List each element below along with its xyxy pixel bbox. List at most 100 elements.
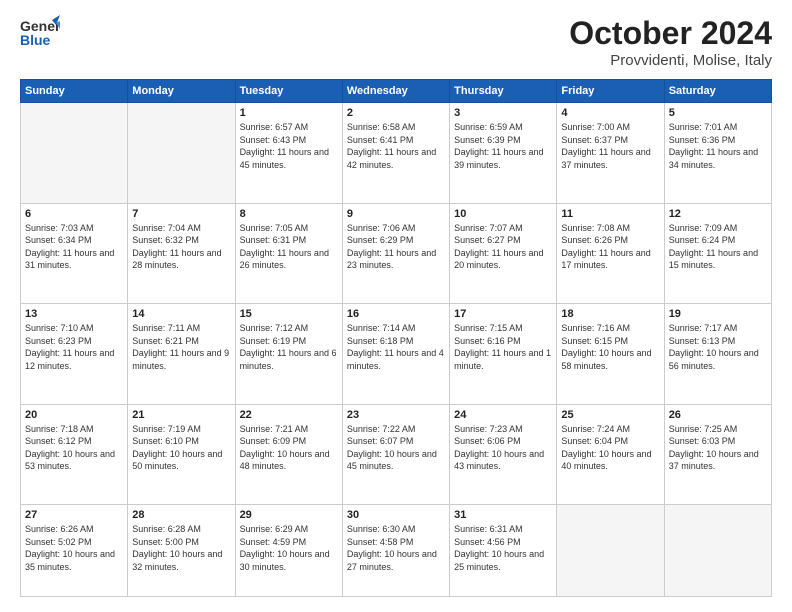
table-row: 16 Sunrise: 7:14 AM Sunset: 6:18 PM Dayli… xyxy=(342,304,449,405)
day-number: 6 xyxy=(25,208,123,220)
header-tuesday: Tuesday xyxy=(235,80,342,103)
day-number: 5 xyxy=(669,107,767,119)
logo: General Blue xyxy=(20,15,60,50)
day-info: Sunrise: 6:58 AM Sunset: 6:41 PM Dayligh… xyxy=(347,121,445,171)
table-row: 2 Sunrise: 6:58 AM Sunset: 6:41 PM Daylig… xyxy=(342,103,449,204)
day-info: Sunrise: 7:23 AM Sunset: 6:06 PM Dayligh… xyxy=(454,423,552,473)
day-info: Sunrise: 7:22 AM Sunset: 6:07 PM Dayligh… xyxy=(347,423,445,473)
table-row: 17 Sunrise: 7:15 AM Sunset: 6:16 PM Dayli… xyxy=(450,304,557,405)
day-info: Sunrise: 7:19 AM Sunset: 6:10 PM Dayligh… xyxy=(132,423,230,473)
table-row: 12 Sunrise: 7:09 AM Sunset: 6:24 PM Dayli… xyxy=(664,203,771,304)
calendar-subtitle: Provvidenti, Molise, Italy xyxy=(569,52,772,69)
day-info: Sunrise: 7:05 AM Sunset: 6:31 PM Dayligh… xyxy=(240,222,338,272)
day-number: 18 xyxy=(561,308,659,320)
day-number: 17 xyxy=(454,308,552,320)
table-row: 27 Sunrise: 6:26 AM Sunset: 5:02 PM Dayli… xyxy=(21,505,128,597)
weekday-header-row: Sunday Monday Tuesday Wednesday Thursday… xyxy=(21,80,772,103)
day-number: 30 xyxy=(347,509,445,521)
table-row: 23 Sunrise: 7:22 AM Sunset: 6:07 PM Dayli… xyxy=(342,404,449,505)
day-number: 21 xyxy=(132,409,230,421)
table-row: 25 Sunrise: 7:24 AM Sunset: 6:04 PM Dayli… xyxy=(557,404,664,505)
table-row: 26Sunrise: 7:25 AM Sunset: 6:03 PM Dayli… xyxy=(664,404,771,505)
svg-text:Blue: Blue xyxy=(20,32,51,48)
day-info: Sunrise: 6:30 AM Sunset: 4:58 PM Dayligh… xyxy=(347,523,445,573)
day-info: Sunrise: 6:26 AM Sunset: 5:02 PM Dayligh… xyxy=(25,523,123,573)
day-number: 26 xyxy=(669,409,767,421)
header-wednesday: Wednesday xyxy=(342,80,449,103)
table-row xyxy=(128,103,235,204)
table-row: 31 Sunrise: 6:31 AM Sunset: 4:56 PM Dayli… xyxy=(450,505,557,597)
table-row: 15 Sunrise: 7:12 AM Sunset: 6:19 PM Dayli… xyxy=(235,304,342,405)
table-row: 20Sunrise: 7:18 AM Sunset: 6:12 PM Dayli… xyxy=(21,404,128,505)
table-row xyxy=(557,505,664,597)
table-row: 13 Sunrise: 7:10 AM Sunset: 6:23 PM Dayli… xyxy=(21,304,128,405)
day-info: Sunrise: 7:08 AM Sunset: 6:26 PM Dayligh… xyxy=(561,222,659,272)
day-number: 24 xyxy=(454,409,552,421)
table-row: 24 Sunrise: 7:23 AM Sunset: 6:06 PM Dayli… xyxy=(450,404,557,505)
table-row: 6 Sunrise: 7:03 AM Sunset: 6:34 PM Daylig… xyxy=(21,203,128,304)
day-number: 28 xyxy=(132,509,230,521)
day-number: 15 xyxy=(240,308,338,320)
table-row: 21 Sunrise: 7:19 AM Sunset: 6:10 PM Dayli… xyxy=(128,404,235,505)
day-number: 2 xyxy=(347,107,445,119)
calendar-week-row: 6 Sunrise: 7:03 AM Sunset: 6:34 PM Daylig… xyxy=(21,203,772,304)
header-sunday: Sunday xyxy=(21,80,128,103)
day-info: Sunrise: 7:00 AM Sunset: 6:37 PM Dayligh… xyxy=(561,121,659,171)
day-number: 25 xyxy=(561,409,659,421)
day-info: Sunrise: 7:04 AM Sunset: 6:32 PM Dayligh… xyxy=(132,222,230,272)
calendar-week-row: 27 Sunrise: 6:26 AM Sunset: 5:02 PM Dayli… xyxy=(21,505,772,597)
title-block: October 2024 Provvidenti, Molise, Italy xyxy=(569,15,772,69)
day-number: 29 xyxy=(240,509,338,521)
day-number: 11 xyxy=(561,208,659,220)
header-saturday: Saturday xyxy=(664,80,771,103)
day-info: Sunrise: 6:59 AM Sunset: 6:39 PM Dayligh… xyxy=(454,121,552,171)
day-number: 12 xyxy=(669,208,767,220)
table-row: 3Sunrise: 6:59 AM Sunset: 6:39 PM Daylig… xyxy=(450,103,557,204)
day-info: Sunrise: 7:15 AM Sunset: 6:16 PM Dayligh… xyxy=(454,322,552,372)
day-number: 7 xyxy=(132,208,230,220)
day-number: 16 xyxy=(347,308,445,320)
calendar-week-row: 20Sunrise: 7:18 AM Sunset: 6:12 PM Dayli… xyxy=(21,404,772,505)
day-info: Sunrise: 7:06 AM Sunset: 6:29 PM Dayligh… xyxy=(347,222,445,272)
day-info: Sunrise: 7:10 AM Sunset: 6:23 PM Dayligh… xyxy=(25,322,123,372)
day-info: Sunrise: 6:29 AM Sunset: 4:59 PM Dayligh… xyxy=(240,523,338,573)
day-number: 1 xyxy=(240,107,338,119)
table-row: 18Sunrise: 7:16 AM Sunset: 6:15 PM Dayli… xyxy=(557,304,664,405)
table-row: 14Sunrise: 7:11 AM Sunset: 6:21 PM Dayli… xyxy=(128,304,235,405)
day-number: 27 xyxy=(25,509,123,521)
table-row: 4Sunrise: 7:00 AM Sunset: 6:37 PM Daylig… xyxy=(557,103,664,204)
table-row: 28 Sunrise: 6:28 AM Sunset: 5:00 PM Dayli… xyxy=(128,505,235,597)
calendar-week-row: 1 Sunrise: 6:57 AM Sunset: 6:43 PM Daylig… xyxy=(21,103,772,204)
table-row xyxy=(664,505,771,597)
day-info: Sunrise: 7:14 AM Sunset: 6:18 PM Dayligh… xyxy=(347,322,445,372)
table-row: 8 Sunrise: 7:05 AM Sunset: 6:31 PM Daylig… xyxy=(235,203,342,304)
table-row: 30 Sunrise: 6:30 AM Sunset: 4:58 PM Dayli… xyxy=(342,505,449,597)
day-info: Sunrise: 7:24 AM Sunset: 6:04 PM Dayligh… xyxy=(561,423,659,473)
day-number: 23 xyxy=(347,409,445,421)
table-row: 9 Sunrise: 7:06 AM Sunset: 6:29 PM Daylig… xyxy=(342,203,449,304)
logo-icon: General Blue xyxy=(20,15,60,50)
header-thursday: Thursday xyxy=(450,80,557,103)
day-number: 8 xyxy=(240,208,338,220)
calendar-table: Sunday Monday Tuesday Wednesday Thursday… xyxy=(20,79,772,597)
calendar-week-row: 13 Sunrise: 7:10 AM Sunset: 6:23 PM Dayli… xyxy=(21,304,772,405)
day-info: Sunrise: 7:01 AM Sunset: 6:36 PM Dayligh… xyxy=(669,121,767,171)
day-info: Sunrise: 6:31 AM Sunset: 4:56 PM Dayligh… xyxy=(454,523,552,573)
table-row: 1 Sunrise: 6:57 AM Sunset: 6:43 PM Daylig… xyxy=(235,103,342,204)
table-row: 19 Sunrise: 7:17 AM Sunset: 6:13 PM Dayli… xyxy=(664,304,771,405)
day-info: Sunrise: 7:21 AM Sunset: 6:09 PM Dayligh… xyxy=(240,423,338,473)
day-info: Sunrise: 7:03 AM Sunset: 6:34 PM Dayligh… xyxy=(25,222,123,272)
page: General Blue October 2024 Provvidenti, M… xyxy=(0,0,792,612)
day-info: Sunrise: 7:09 AM Sunset: 6:24 PM Dayligh… xyxy=(669,222,767,272)
day-info: Sunrise: 6:28 AM Sunset: 5:00 PM Dayligh… xyxy=(132,523,230,573)
day-info: Sunrise: 7:12 AM Sunset: 6:19 PM Dayligh… xyxy=(240,322,338,372)
day-number: 13 xyxy=(25,308,123,320)
day-number: 19 xyxy=(669,308,767,320)
day-info: Sunrise: 7:17 AM Sunset: 6:13 PM Dayligh… xyxy=(669,322,767,372)
table-row: 7 Sunrise: 7:04 AM Sunset: 6:32 PM Daylig… xyxy=(128,203,235,304)
day-info: Sunrise: 6:57 AM Sunset: 6:43 PM Dayligh… xyxy=(240,121,338,171)
day-number: 9 xyxy=(347,208,445,220)
day-info: Sunrise: 7:07 AM Sunset: 6:27 PM Dayligh… xyxy=(454,222,552,272)
day-number: 10 xyxy=(454,208,552,220)
day-number: 31 xyxy=(454,509,552,521)
